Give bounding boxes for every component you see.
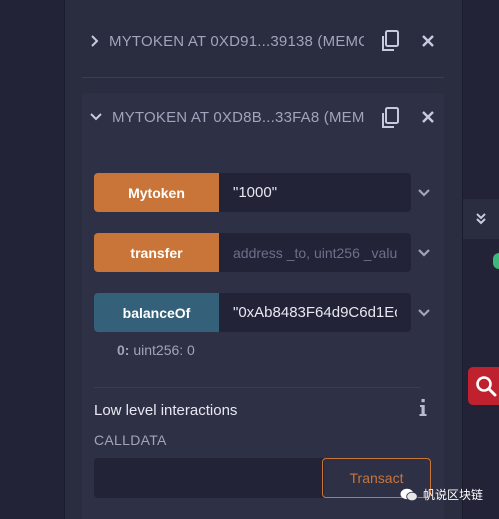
copy-address-icon-2[interactable] (379, 107, 401, 129)
double-chevron-down-icon[interactable] (463, 199, 499, 239)
low-level-interactions-title: Low level interactions (94, 402, 238, 419)
mytoken-input[interactable] (219, 173, 411, 212)
transfer-input[interactable] (219, 233, 411, 272)
expand-balanceof-chevron-icon[interactable] (415, 304, 433, 322)
expand-mytoken-chevron-icon[interactable] (415, 184, 433, 202)
copy-address-icon-1[interactable] (379, 30, 401, 52)
watermark-text: 帆说区块链 (423, 488, 484, 502)
chevron-down-icon[interactable] (88, 109, 104, 125)
status-indicator (493, 253, 499, 269)
search-debugger-icon[interactable] (468, 367, 499, 405)
close-icon-2[interactable] (421, 110, 435, 124)
result-value: uint256: 0 (133, 342, 195, 358)
low-level-separator (94, 387, 420, 388)
result-index: 0: (117, 342, 130, 358)
panel-header-partial (108, 0, 168, 5)
balanceof-button[interactable]: balanceOf (94, 293, 219, 332)
watermark: 帆说区块链 (400, 486, 483, 503)
calldata-input[interactable] (94, 458, 324, 498)
info-icon[interactable] (417, 398, 429, 416)
calldata-label: CALLDATA (94, 432, 167, 448)
chevron-right-icon[interactable] (87, 33, 103, 49)
row-separator (82, 77, 444, 78)
contract-instance-title-2[interactable]: MYTOKEN AT 0XD8B...33FA8 (MEMORY) (112, 109, 364, 126)
wechat-logo-icon (400, 488, 418, 501)
contract-instance-title-1[interactable]: MYTOKEN AT 0XD91...39138 (MEMORY) (109, 33, 364, 50)
mytoken-button[interactable]: Mytoken (94, 173, 219, 212)
expand-transfer-chevron-icon[interactable] (415, 244, 433, 262)
transfer-button[interactable]: transfer (94, 233, 219, 272)
header-clear-icon[interactable] (420, 0, 434, 4)
call-result: 0: uint256: 0 (117, 342, 195, 358)
close-icon-1[interactable] (421, 34, 435, 48)
left-sidebar-strip (0, 0, 64, 519)
balanceof-input[interactable] (219, 293, 411, 332)
